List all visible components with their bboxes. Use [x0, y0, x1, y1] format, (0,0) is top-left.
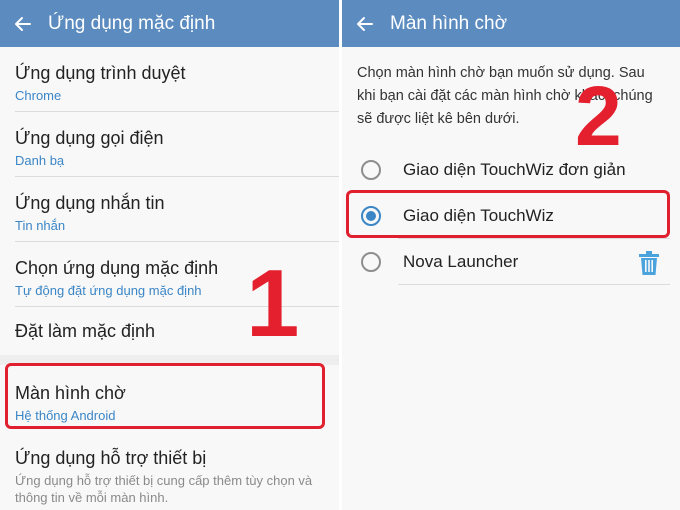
option-touchwiz-easy[interactable]: Giao diện TouchWiz đơn giản: [342, 147, 680, 193]
item-subtitle: Tin nhắn: [15, 218, 66, 233]
item-title: Ứng dụng hỗ trợ thiết bị: [15, 448, 207, 468]
back-button[interactable]: [354, 13, 376, 35]
option-label: Nova Launcher: [403, 252, 519, 271]
highlight-home-screen: [5, 363, 325, 429]
list-item-browser-app[interactable]: Ứng dụng trình duyệt Chrome: [0, 47, 339, 112]
item-subtitle: Danh bạ: [15, 153, 65, 168]
step-number-1: 1: [246, 250, 300, 357]
list-item-messaging-app[interactable]: Ứng dụng nhắn tin Tin nhắn: [0, 177, 339, 242]
item-description: Ứng dụng hỗ trợ thiết bị cung cấp thêm t…: [15, 473, 313, 505]
page-title: Màn hình chờ: [390, 12, 508, 34]
radio-button[interactable]: [361, 252, 381, 272]
default-apps-screen: Ứng dụng mặc định Ứng dụng trình duyệt C…: [0, 0, 339, 510]
app-bar: Màn hình chờ: [342, 0, 680, 47]
trash-icon[interactable]: [638, 251, 660, 275]
item-title: Ứng dụng gọi điện: [15, 128, 164, 148]
radio-button[interactable]: [361, 160, 381, 180]
item-title: Ứng dụng nhắn tin: [15, 193, 165, 213]
back-button[interactable]: [12, 13, 34, 35]
option-nova-launcher[interactable]: Nova Launcher: [342, 239, 680, 285]
option-label: Giao diện TouchWiz đơn giản: [403, 160, 626, 179]
arrow-left-icon: [357, 16, 373, 31]
item-subtitle: Chrome: [15, 88, 62, 103]
arrow-left-icon: [15, 16, 31, 31]
home-screen-picker: Màn hình chờ Chọn màn hình chờ bạn muốn …: [342, 0, 680, 510]
app-bar: Ứng dụng mặc định: [0, 0, 339, 47]
page-title: Ứng dụng mặc định: [48, 12, 216, 34]
highlight-touchwiz: [346, 190, 670, 238]
home-screen-description: Chọn màn hình chờ bạn muốn sử dụng. Sau …: [357, 65, 653, 127]
list-item-device-assistance-app[interactable]: Ứng dụng hỗ trợ thiết bị Ứng dụng hỗ trợ…: [0, 433, 339, 510]
list-item-calling-app[interactable]: Ứng dụng gọi điện Danh bạ: [0, 112, 339, 177]
step-number-2: 2: [575, 69, 622, 163]
item-title: Ứng dụng trình duyệt: [15, 63, 186, 83]
